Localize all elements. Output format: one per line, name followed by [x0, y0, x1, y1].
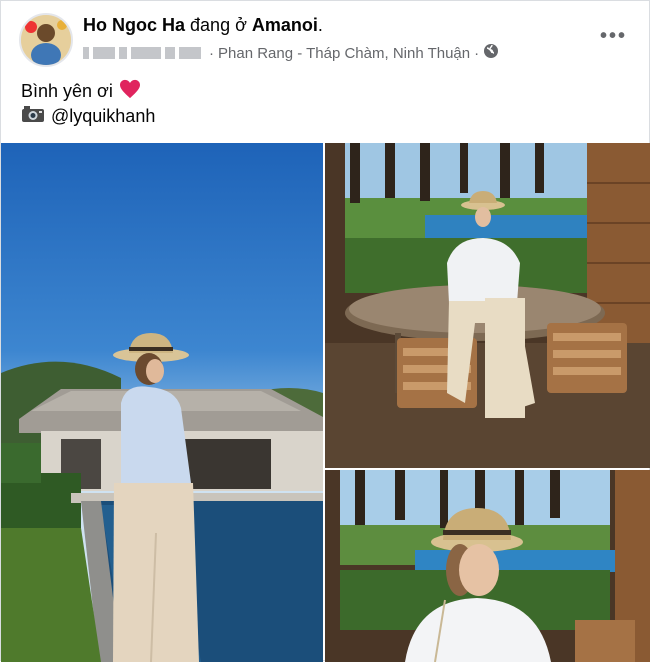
author-avatar[interactable]	[19, 13, 73, 67]
post-header: Ho Ngoc Ha đang ở Amanoi.	[83, 15, 323, 35]
author-name[interactable]: Ho Ngoc Ha	[83, 15, 185, 35]
place-line[interactable]: Phan Rang - Tháp Chàm, Ninh Thuận	[218, 45, 470, 62]
photo-terrace-closeup[interactable]	[325, 470, 650, 662]
meta-separator: ·	[209, 44, 214, 62]
post-meta: · Phan Rang - Tháp Chàm, Ninh Thuận ·	[83, 43, 499, 63]
photo-terrace-seated[interactable]	[325, 143, 650, 468]
camera-icon	[21, 105, 45, 128]
heart-emoji-icon	[119, 79, 141, 104]
photo-pool-villa[interactable]	[1, 143, 323, 662]
caption-line-2: @lyquikhanh	[21, 105, 155, 128]
caption-text: Bình yên ơi	[21, 81, 113, 101]
facebook-post: Ho Ngoc Ha đang ở Amanoi. · Phan Rang - …	[0, 0, 650, 662]
location-link[interactable]: Amanoi	[252, 15, 318, 35]
photographer-mention[interactable]: @lyquikhanh	[51, 106, 155, 127]
caption-line-1: Bình yên ơi	[21, 79, 141, 104]
redacted-date	[83, 47, 89, 59]
more-options-button[interactable]: •••	[600, 25, 627, 48]
activity-text: đang ở	[190, 15, 247, 35]
globe-icon[interactable]	[483, 43, 499, 63]
